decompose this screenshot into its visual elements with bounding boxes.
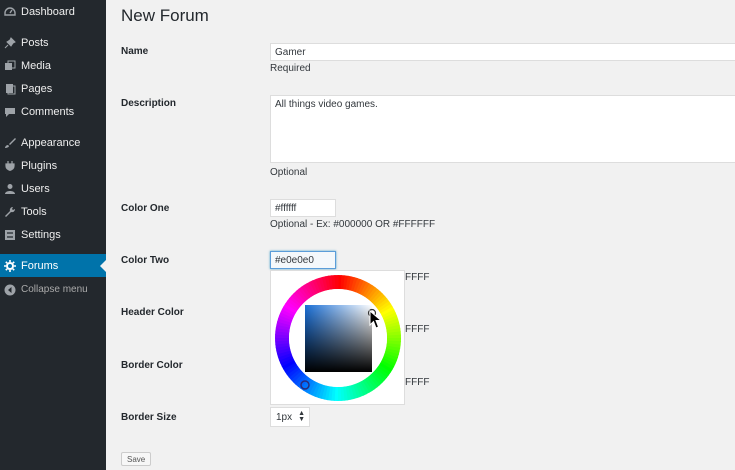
color-one-input[interactable]: #ffffff <box>270 199 336 217</box>
color-two-input[interactable]: #e0e0e0 <box>270 251 336 269</box>
header-color-label: Header Color <box>121 307 184 318</box>
sidebar-item-posts[interactable]: Posts <box>0 31 106 54</box>
wrench-icon <box>4 206 16 218</box>
pages-icon <box>4 83 16 95</box>
sidebar-item-label: Settings <box>21 228 61 241</box>
sidebar-item-label: Forums <box>21 259 59 272</box>
save-button[interactable]: Save <box>121 452 152 466</box>
sidebar-item-plugins[interactable]: Plugins <box>0 154 106 177</box>
user-icon <box>4 183 16 195</box>
sidebar-item-users[interactable]: Users <box>0 177 106 200</box>
name-label: Name <box>121 46 149 57</box>
border-size-select[interactable]: 1px ▲ ▼ <box>270 407 310 427</box>
border-size-label: Border Size <box>121 412 177 423</box>
value-overlay <box>305 305 372 372</box>
border-size-value: 1px <box>276 411 293 423</box>
sidebar-item-label: Pages <box>21 82 53 95</box>
sidebar-item-settings[interactable]: Settings <box>0 223 106 246</box>
sidebar-item-label: Posts <box>21 36 49 49</box>
sidebar-item-appearance[interactable]: Appearance <box>0 131 106 154</box>
sidebar-item-dashboard[interactable]: Dashboard <box>0 0 106 23</box>
sidebar-item-label: Media <box>21 59 51 72</box>
plug-icon <box>4 160 16 172</box>
description-textarea[interactable]: All things video games. <box>270 95 735 163</box>
color-two-label: Color Two <box>121 255 170 266</box>
header-color-help: FFFF <box>405 324 430 335</box>
sidebar-item-label: Users <box>21 182 50 195</box>
sidebar-item-label: Comments <box>21 105 75 118</box>
select-arrows-icon: ▲ ▼ <box>298 410 305 423</box>
gear-icon <box>4 259 16 272</box>
mouse-cursor-icon <box>369 310 383 329</box>
sidebar-item-comments[interactable]: Comments <box>0 100 106 123</box>
color-two-help: FFFF <box>405 272 430 283</box>
pin-icon <box>4 36 16 49</box>
comment-icon <box>4 106 16 118</box>
dashboard-icon <box>4 6 16 18</box>
sidebar-item-media[interactable]: Media <box>0 54 106 77</box>
color-picker-popup[interactable] <box>270 270 405 405</box>
admin-sidebar: Dashboard Posts Media Pages Comments App… <box>0 0 106 470</box>
name-help: Required <box>270 63 311 74</box>
border-color-label: Border Color <box>121 360 183 371</box>
media-icon <box>4 60 16 72</box>
sidebar-item-label: Tools <box>21 205 47 218</box>
sidebar-item-label: Plugins <box>21 159 58 172</box>
collapse-menu-button[interactable]: Collapse menu <box>0 278 106 301</box>
sidebar-item-label: Appearance <box>21 136 81 149</box>
color-picker-graphic <box>275 275 401 401</box>
page-title: New Forum <box>121 6 209 25</box>
brush-icon <box>4 137 16 149</box>
color-one-help: Optional - Ex: #000000 OR #FFFFFF <box>270 219 436 230</box>
sidebar-item-pages[interactable]: Pages <box>0 77 106 100</box>
collapse-arrow-icon <box>4 284 16 296</box>
color-one-label: Color One <box>121 203 170 214</box>
sidebar-item-label: Dashboard <box>21 5 75 18</box>
description-help: Optional <box>270 167 308 178</box>
sidebar-item-forums[interactable]: Forums <box>0 254 106 277</box>
name-input[interactable]: Gamer <box>270 43 735 61</box>
collapse-menu-label: Collapse menu <box>21 284 88 295</box>
sidebar-item-tools[interactable]: Tools <box>0 200 106 223</box>
settings-icon <box>4 229 16 241</box>
description-label: Description <box>121 98 177 109</box>
border-color-help: FFFF <box>405 377 430 388</box>
